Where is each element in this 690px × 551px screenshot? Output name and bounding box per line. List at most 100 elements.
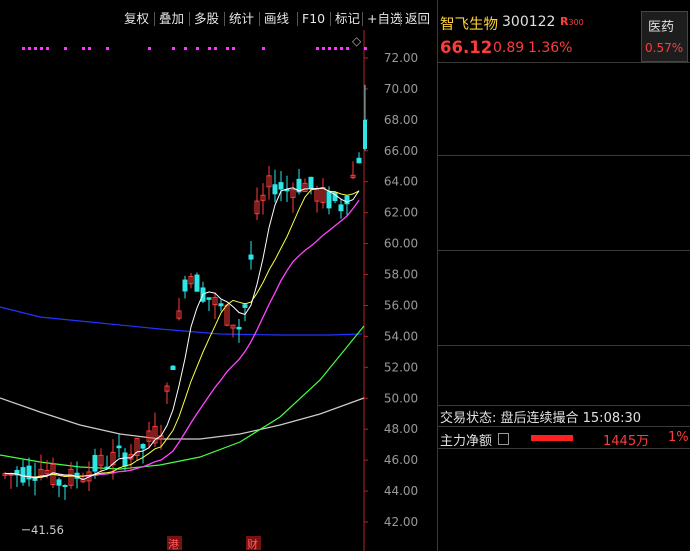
toolbar-button-5[interactable]: F10 [302,8,325,30]
marker-dot [148,47,151,50]
candle-body [182,279,188,292]
candle-body [194,274,200,292]
marker-dot [340,47,343,50]
axis-tick-label: 58.00 [384,268,418,282]
marker-dot [322,47,325,50]
marker-dot [22,47,25,50]
candle-body [122,452,128,467]
toolbar-button-3[interactable]: 统计 [229,8,254,30]
ma60-line [0,325,365,470]
axis-tick-label: 48.00 [384,422,418,436]
sector-name: 医药 [648,20,675,35]
main-flow-value: 1445万 [603,434,650,449]
ma10-line [4,187,360,478]
marker-dot [208,47,211,50]
main-flow-label: 主力净额 [440,434,493,449]
candle-body [218,303,224,307]
min-price-label: 41.56 [31,523,64,537]
axis-tick-label: 64.00 [384,175,418,189]
marker-dot [316,47,319,50]
marker-dot [88,47,91,50]
price-change-pct: 1.36% [528,40,573,56]
list-icon[interactable] [498,433,509,445]
panel-divider [437,0,438,551]
toolbar-separator [259,12,260,26]
candle-body [56,479,62,486]
candle-body [272,184,278,195]
axis-tick-label: 60.00 [384,237,418,251]
toolbar-button-2[interactable]: 多股 [194,8,219,30]
candle-body [278,182,284,190]
toolbar-separator [189,12,190,26]
price-change: 0.89 [493,40,525,56]
marker-dot [262,47,265,50]
candle-body [326,191,332,209]
marker-dot [172,47,175,50]
marker-dot [214,47,217,50]
market-badge: R300 [560,15,584,28]
axis-tick-label: 42.00 [384,515,418,529]
stock-code: 300122 [502,14,556,30]
candle-body [140,444,146,449]
axis-tick-label: 62.00 [384,206,418,220]
axis-tick-label: 68.00 [384,113,418,127]
candle-body [338,204,344,212]
axis-tick-label: 52.00 [384,360,418,374]
axis-tick-label: 54.00 [384,329,418,343]
toolbar-button-0[interactable]: 复权 [124,8,149,30]
quote-panel: 智飞生物 300122 R300 医药 0.57% 66.12 0.89 1.3… [437,0,690,551]
marker-dot [328,47,331,50]
toolbar-button-1[interactable]: 叠加 [159,8,184,30]
axis-tick-label: 66.00 [384,144,418,158]
diamond-icon: ◇ [352,34,362,48]
axis-tick-label: 72.00 [384,51,418,65]
marker-dot [232,47,235,50]
marker-dot [184,47,187,50]
event-label: 港 [168,538,179,551]
marker-dot [106,47,109,50]
order-book-divider [437,155,690,156]
ma5-line [4,187,360,481]
candle-body [62,484,68,487]
ma20-line [4,199,360,478]
stats-divider [437,250,690,251]
marker-dot [364,47,367,50]
toolbar-button-8[interactable]: 返回 [405,8,430,30]
toolbar-button-4[interactable]: 画线 [264,8,289,30]
chart-toolbar: 复权 叠加 多股 统计 画线 F10 标记 +自选 返回 [0,8,436,30]
candle-body [116,445,122,449]
marker-dot [196,47,199,50]
sector-box[interactable]: 医药 0.57% [641,11,688,62]
toolbar-separator [297,12,298,26]
toolbar-separator [330,12,331,26]
candle-body [92,454,98,472]
stats-mid-divider [437,345,690,346]
status-divider [437,405,690,406]
marker-dot [82,47,85,50]
main-flow-pct: 1% [668,430,689,445]
trade-status: 交易状态: 盘后连续撮合 15:08:30 [440,411,642,426]
toolbar-separator [400,12,401,26]
axis-tick-label: 46.00 [384,453,418,467]
toolbar-separator [154,12,155,26]
candle-body [248,254,254,260]
axis-tick-label: 70.00 [384,82,418,96]
toolbar-separator [224,12,225,26]
marker-dot [28,47,31,50]
candle-body [363,119,367,149]
event-label: 财 [247,537,258,551]
marker-dot [40,47,43,50]
toolbar-button-7[interactable]: +自选 [367,8,402,30]
candle-body [356,157,362,164]
marker-dot [334,47,337,50]
marker-dot [346,47,349,50]
toolbar-separator [362,12,363,26]
sector-change: 0.57% [645,41,684,55]
main-flow-bar [531,435,573,441]
marker-dot [64,47,67,50]
axis-tick-label: 50.00 [384,391,418,405]
candle-body [242,304,248,308]
toolbar-button-6[interactable]: 标记 [335,8,360,30]
kline-chart[interactable]: 72.00 70.00 68.00 66.00 64.00 62.00 60.00 58.00… [0,30,436,551]
candle-body [236,326,242,330]
